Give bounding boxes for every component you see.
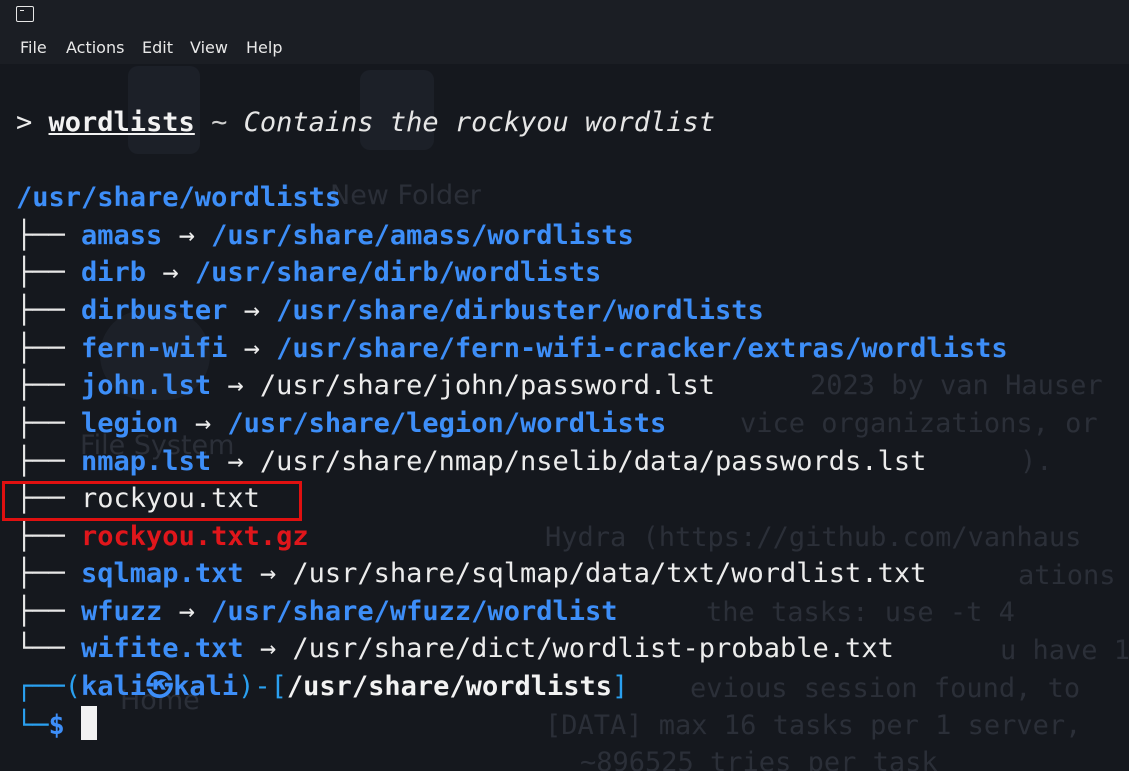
- list-item: ├── wfuzz → /usr/share/wfuzz/wordlist: [16, 596, 618, 627]
- shell-prompt: ┌──(kali㉿kali)-[/usr/share/wordlists]: [16, 671, 629, 702]
- kali-logo-icon: ㉿: [146, 671, 174, 702]
- highlight-box: [2, 481, 302, 521]
- shell-input-line[interactable]: └─$: [16, 706, 98, 743]
- prompt-cwd: /usr/share/wordlists: [286, 671, 612, 702]
- command-name: wordlists: [48, 107, 195, 138]
- prompt-symbol: $: [48, 710, 65, 741]
- prompt-user: kali: [81, 671, 147, 702]
- list-item: ├── sqlmap.txt → /usr/share/sqlmap/data/…: [16, 558, 927, 589]
- list-item: ├── dirb → /usr/share/dirb/wordlists: [16, 257, 602, 288]
- list-item: └── wifite.txt → /usr/share/dict/wordlis…: [16, 633, 894, 664]
- list-item: ├── fern-wifi → /usr/share/fern-wifi-cra…: [16, 333, 1008, 364]
- terminal-window: File Actions Edit View Help New Folder F…: [0, 0, 1129, 771]
- prompt-host: kali: [173, 671, 239, 702]
- tldr-header: > wordlists ~ Contains the rockyou wordl…: [16, 107, 716, 138]
- list-item: ├── dirbuster → /usr/share/dirbuster/wor…: [16, 295, 764, 326]
- list-item: ├── legion → /usr/share/legion/wordlists: [16, 408, 667, 439]
- list-item: ├── nmap.lst → /usr/share/nmap/nselib/da…: [16, 446, 927, 477]
- directory-path: /usr/share/wordlists: [16, 182, 342, 213]
- terminal-output[interactable]: > wordlists ~ Contains the rockyou wordl…: [0, 0, 1129, 771]
- list-item: ├── john.lst → /usr/share/john/password.…: [16, 370, 716, 401]
- command-description: Contains the rockyou wordlist: [243, 107, 716, 138]
- list-item: ├── amass → /usr/share/amass/wordlists: [16, 220, 634, 251]
- text-cursor: [81, 706, 98, 740]
- list-item: ├── rockyou.txt.gz: [16, 521, 309, 552]
